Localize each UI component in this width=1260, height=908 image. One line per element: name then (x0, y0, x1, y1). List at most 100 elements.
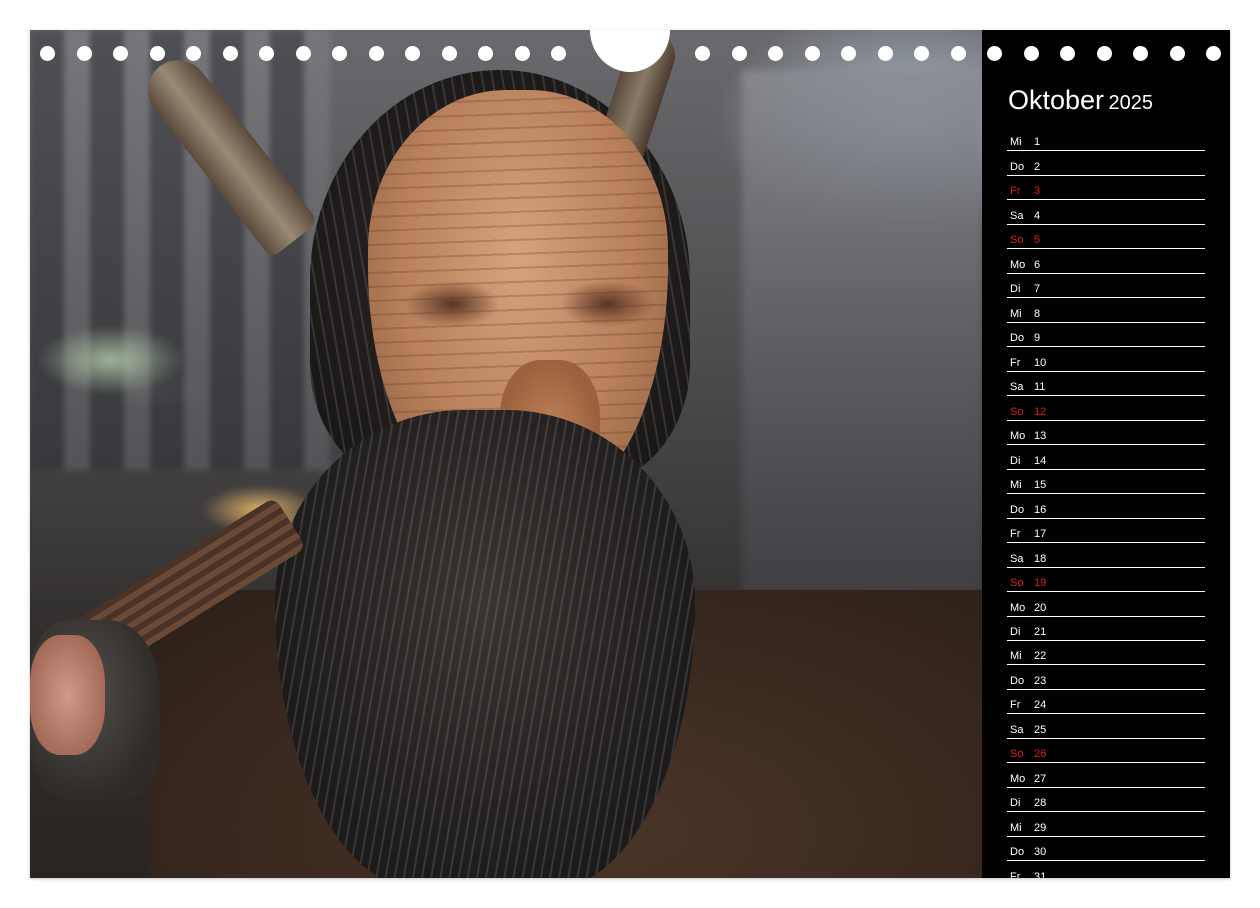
weekday-label: Mo (1010, 430, 1026, 443)
day-row: Sa 11 (1007, 373, 1205, 397)
calendar-page: Oktober 2025 Mi 1 Do 2 Fr 3 Sa 4 So 5 Mo 6 Di 7 Mi 8 Do 9… (30, 30, 1230, 878)
weekday-label: So (1010, 748, 1024, 761)
day-number: 4 (1034, 209, 1041, 222)
day-row: So 19 (1007, 569, 1205, 593)
day-number: 22 (1034, 650, 1047, 663)
day-row: Di 21 (1007, 618, 1205, 641)
month-title: Oktober 2025 (1008, 85, 1153, 116)
mask-beard (275, 410, 695, 878)
day-row: Sa 25 (1007, 716, 1205, 739)
day-number: 8 (1034, 307, 1041, 320)
day-number: 7 (1034, 283, 1041, 296)
weekday-label: Fr (1010, 699, 1021, 712)
day-number: 1 (1034, 136, 1041, 149)
day-number: 28 (1034, 797, 1047, 810)
day-number: 18 (1034, 552, 1047, 565)
day-number: 31 (1034, 870, 1047, 878)
day-number: 30 (1034, 846, 1047, 859)
weekday-label: So (1010, 405, 1024, 418)
weekday-label: Sa (1010, 723, 1024, 736)
day-row: Sa 18 (1007, 544, 1205, 568)
day-row: Mi 1 (1007, 128, 1205, 152)
day-row: Mi 8 (1007, 299, 1205, 323)
hand (30, 635, 105, 755)
day-number: 29 (1034, 821, 1047, 834)
weekday-label: Mo (1010, 601, 1026, 614)
day-number: 2 (1034, 160, 1041, 173)
weekday-label: Do (1010, 846, 1025, 859)
day-row: Do 30 (1007, 838, 1205, 862)
day-row: Di 14 (1007, 446, 1205, 470)
day-number: 6 (1034, 258, 1041, 271)
day-number: 24 (1034, 699, 1047, 712)
day-row: Mo 27 (1007, 765, 1205, 788)
day-number: 25 (1034, 723, 1047, 736)
weekday-label: Di (1010, 797, 1021, 810)
weekday-label: Mi (1010, 136, 1022, 149)
day-number: 20 (1034, 601, 1047, 614)
weekday-label: Di (1010, 283, 1021, 296)
weekday-label: Di (1010, 454, 1021, 467)
weekday-label: Mo (1010, 772, 1026, 785)
blurred-sign (36, 325, 186, 395)
day-row: Mo 6 (1007, 250, 1205, 274)
weekday-label: Do (1010, 160, 1025, 173)
day-row: Mo 13 (1007, 422, 1205, 446)
day-row: So 12 (1007, 397, 1205, 421)
day-number: 9 (1034, 332, 1041, 345)
weekday-label: Do (1010, 503, 1025, 516)
day-number: 14 (1034, 454, 1047, 467)
day-list: Mi 1 Do 2 Fr 3 Sa 4 So 5 Mo 6 Di 7 Mi 8 Do 9 Fr 10 Sa 11 So 12 M… (1007, 128, 1205, 878)
weekday-label: Sa (1010, 381, 1024, 394)
weekday-label: So (1010, 577, 1024, 590)
day-row: Di 28 (1007, 789, 1205, 813)
day-row: Fr 31 (1007, 863, 1205, 878)
day-number: 12 (1034, 405, 1047, 418)
day-number: 3 (1034, 185, 1041, 198)
weekday-label: Do (1010, 332, 1025, 345)
day-row: Di 7 (1007, 275, 1205, 299)
day-row: Mi 15 (1007, 471, 1205, 495)
weekday-label: Mi (1010, 650, 1022, 663)
weekday-label: Sa (1010, 209, 1024, 222)
day-row: Sa 4 (1007, 201, 1205, 225)
day-number: 21 (1034, 625, 1047, 638)
weekday-label: Di (1010, 625, 1021, 638)
day-row: Fr 24 (1007, 691, 1205, 715)
year: 2025 (1108, 92, 1154, 114)
day-row: Fr 10 (1007, 348, 1205, 372)
weekday-label: So (1010, 234, 1024, 247)
day-row: Mo 20 (1007, 593, 1205, 617)
weekday-label: Sa (1010, 552, 1024, 565)
weekday-label: Fr (1010, 528, 1021, 541)
day-row: Do 2 (1007, 152, 1205, 176)
weekday-label: Fr (1010, 356, 1021, 369)
weekday-label: Mi (1010, 479, 1022, 492)
day-number: 15 (1034, 479, 1047, 492)
mask-left-eye (405, 280, 500, 328)
day-number: 16 (1034, 503, 1047, 516)
krampus-photo (30, 30, 982, 878)
day-row: So 26 (1007, 740, 1205, 764)
day-row: Mi 22 (1007, 642, 1205, 666)
day-row: So 5 (1007, 226, 1205, 250)
day-number: 10 (1034, 356, 1047, 369)
day-number: 27 (1034, 772, 1047, 785)
weekday-label: Fr (1010, 185, 1021, 198)
day-row: Do 16 (1007, 495, 1205, 519)
weekday-label: Mi (1010, 307, 1022, 320)
day-number: 23 (1034, 674, 1047, 687)
weekday-label: Mi (1010, 821, 1022, 834)
weekday-label: Fr (1010, 870, 1021, 878)
weekday-label: Mo (1010, 258, 1026, 271)
calendar-panel: Oktober 2025 Mi 1 Do 2 Fr 3 Sa 4 So 5 Mo 6 Di 7 Mi 8 Do 9… (982, 30, 1230, 878)
day-number: 19 (1034, 577, 1047, 590)
day-row: Do 23 (1007, 667, 1205, 690)
day-row: Mi 29 (1007, 814, 1205, 837)
day-row: Do 9 (1007, 324, 1205, 348)
mask-right-eye (560, 280, 655, 328)
month-name: Oktober (1008, 85, 1105, 115)
day-number: 17 (1034, 528, 1047, 541)
blurred-building-right (742, 70, 982, 630)
day-number: 5 (1034, 234, 1041, 247)
